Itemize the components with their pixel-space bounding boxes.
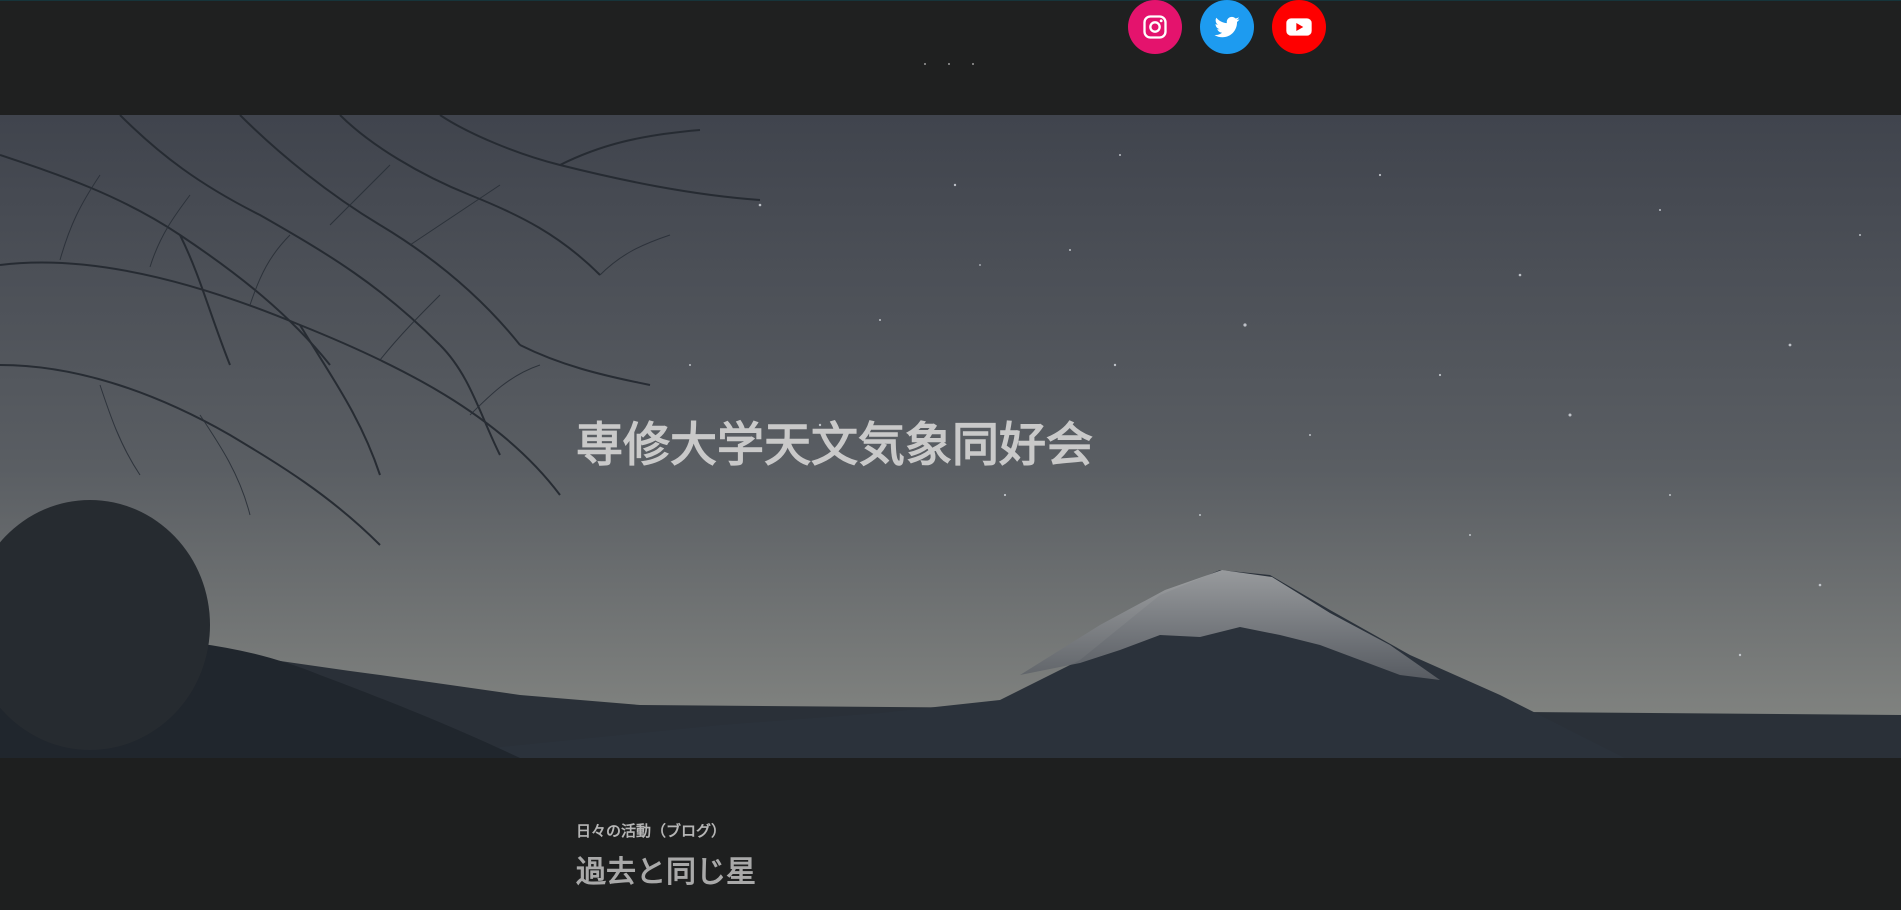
youtube-link[interactable] xyxy=(1272,0,1326,54)
dot xyxy=(924,63,926,65)
twitter-link[interactable] xyxy=(1200,0,1254,54)
twitter-icon xyxy=(1214,16,1240,38)
post-preview: 日々の活動（ブログ） 過去と同じ星 xyxy=(576,820,756,891)
dot xyxy=(972,63,974,65)
youtube-icon xyxy=(1286,18,1312,36)
site-header xyxy=(0,0,1901,115)
post-title[interactable]: 過去と同じ星 xyxy=(576,847,756,891)
site-title[interactable]: 専修大学天文気象同好会 xyxy=(576,406,1093,475)
loading-dots xyxy=(924,63,974,65)
instagram-link[interactable] xyxy=(1128,0,1182,54)
dot xyxy=(948,63,950,65)
hero-banner: 専修大学天文気象同好会 xyxy=(0,115,1901,758)
social-links xyxy=(1128,0,1326,54)
post-category-link[interactable]: 日々の活動（ブログ） xyxy=(576,820,756,841)
instagram-icon xyxy=(1143,15,1167,39)
